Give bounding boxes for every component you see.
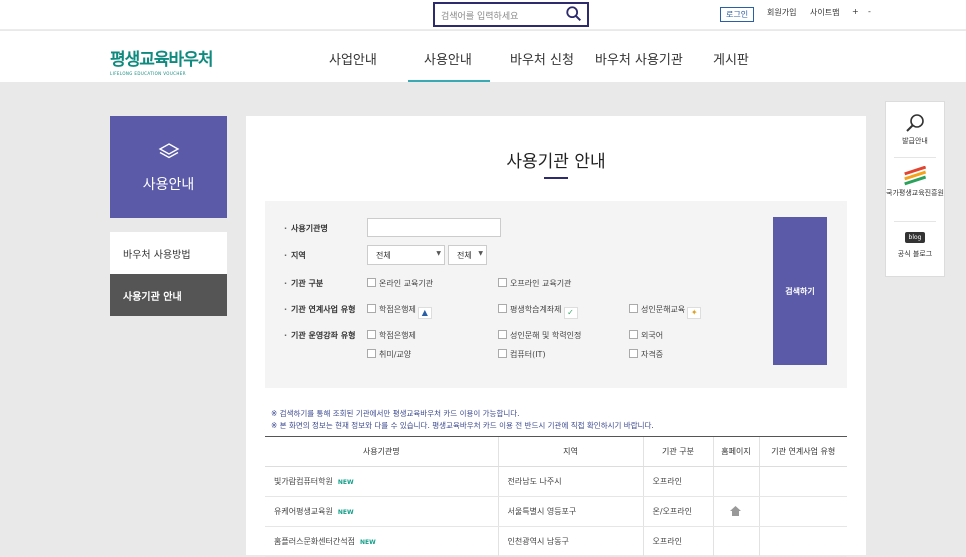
graduation-cap-icon: ▲ — [417, 307, 432, 319]
title-underline — [544, 177, 568, 179]
checkbox-offline[interactable]: 오프라인 교육기관 — [498, 278, 571, 289]
nav-apply[interactable]: 바우처 신청 — [510, 49, 574, 68]
nav-business[interactable]: 사업안내 — [329, 49, 377, 68]
notice-line-2: ※ 본 화면의 정보는 현재 정보와 다를 수 있습니다. 평생교육바우처 카드… — [271, 420, 654, 430]
nav-institutions[interactable]: 바우처 사용기관 — [595, 49, 683, 68]
notice-line-1: ※ 검색하기를 통해 조회된 기관에서만 평생교육바우처 카드 이용이 가능합니… — [271, 409, 520, 418]
search-submit-button[interactable]: 검색하기 — [773, 217, 827, 365]
nile-logo-icon — [904, 165, 927, 186]
new-badge: NEW — [337, 509, 354, 516]
new-badge: NEW — [337, 479, 354, 486]
quick-menu: 발급안내 국가평생교육진흥원 blog 공식 블로그 — [885, 101, 945, 277]
label-region: · 지역 — [284, 251, 306, 260]
search-box — [433, 2, 589, 28]
nav-usage[interactable]: 사용안내 — [424, 49, 472, 68]
region-select-2[interactable]: 전체 ▼ — [448, 245, 487, 265]
checkbox-course-hobby[interactable]: 취미/교양 — [367, 349, 411, 360]
learning-account-icon: ✓ — [563, 307, 578, 319]
font-decrease-button[interactable]: - — [868, 7, 871, 16]
checkbox-online[interactable]: 온라인 교육기관 — [367, 278, 433, 289]
page-title: 사용기관 안내 — [506, 152, 606, 172]
label-course: · 기관 운영강좌 유형 — [284, 331, 356, 340]
checkbox-course-certificate[interactable]: 자격증 — [629, 349, 663, 360]
cell-region: 서울특별시 영등포구 — [497, 496, 643, 527]
nav-active-indicator — [408, 80, 490, 82]
join-link[interactable]: 회원가입 — [767, 7, 796, 18]
checkbox-course-language[interactable]: 외국어 — [629, 330, 663, 341]
font-increase-button[interactable]: + — [852, 7, 859, 16]
quick-divider — [894, 157, 936, 158]
checkbox-course-credit-bank[interactable]: 학점은행제 — [367, 330, 416, 341]
cell-homepage[interactable] — [712, 496, 759, 527]
nav-board[interactable]: 게시판 — [713, 49, 749, 68]
col-name: 사용기관명 — [265, 436, 498, 467]
home-icon[interactable] — [730, 505, 741, 516]
region-select-1[interactable]: 전체 ▼ — [367, 245, 445, 265]
cell-homepage — [712, 466, 759, 497]
col-type: 기관 구분 — [642, 436, 713, 467]
sidebar-title: 사용안내 — [142, 177, 195, 193]
cell-type: 온/오프라인 — [642, 496, 713, 527]
login-button[interactable]: 로그인 — [720, 7, 755, 22]
logo-subtext: LIFELONG EDUCATION VOUCHER — [110, 71, 186, 76]
quick-divider — [894, 221, 936, 222]
blog-icon: blog — [904, 232, 926, 243]
quick-issuance-guide[interactable]: 발급안내 — [886, 112, 944, 146]
content-panel: 사용기관 안내 · 사용기관명 · 지역 전체 ▼ 전체 ▼ · 기관 구분 온라인 교육… — [246, 116, 866, 557]
notice-text: ※ 검색하기를 통해 조회된 기관에서만 평생교육바우처 카드 이용이 가능합니… — [271, 408, 654, 431]
cell-linked — [758, 496, 847, 527]
label-name: · 사용기관명 — [284, 224, 328, 233]
quick-nile[interactable]: 국가평생교육진흥원 — [886, 165, 944, 198]
cell-region: 인천광역시 남동구 — [497, 526, 643, 557]
cell-homepage — [712, 526, 759, 557]
checkbox-course-literacy[interactable]: 성인문해 및 학력인정 — [498, 330, 581, 341]
table-row[interactable]: 홈플러스문화센터간석점 NEW 인천광역시 남동구 오프라인 — [265, 526, 847, 557]
sidebar-header: 사용안내 — [110, 116, 227, 218]
checkbox-course-computer[interactable]: 컴퓨터(IT) — [498, 349, 546, 360]
layers-icon — [158, 143, 179, 159]
cell-name[interactable]: 빛가람컴퓨터학원 NEW — [265, 466, 498, 497]
checkbox-adult-literacy[interactable]: 성인문해교육 ✦ — [629, 304, 702, 319]
col-region: 지역 — [497, 436, 643, 467]
checkbox-learning-account[interactable]: 평생학습계좌제 ✓ — [498, 304, 578, 319]
label-linked: · 기관 연계사업 유형 — [284, 305, 356, 314]
sitemap-link[interactable]: 사이트맵 — [810, 7, 839, 18]
col-homepage: 홈페이지 — [712, 436, 759, 467]
label-type: · 기관 구분 — [284, 279, 324, 288]
table-header-row: 사용기관명 지역 기관 구분 홈페이지 기관 연계사업 유형 — [265, 436, 847, 467]
cell-linked — [758, 526, 847, 557]
cell-type: 오프라인 — [642, 466, 713, 497]
table-row[interactable]: 유케어평생교육원 NEW 서울특별시 영등포구 온/오프라인 — [265, 496, 847, 527]
logo-text: 평생교육바우처 — [110, 50, 213, 70]
search-input[interactable] — [435, 6, 555, 28]
main-header: 평생교육바우처 LIFELONG EDUCATION VOUCHER 사업안내 … — [0, 31, 966, 82]
sidebar-item-voucher-usage[interactable]: 바우처 사용방법 — [110, 232, 227, 274]
sidebar-item-institution-guide[interactable]: 사용기관 안내 — [110, 274, 227, 316]
site-logo[interactable]: 평생교육바우처 LIFELONG EDUCATION VOUCHER — [110, 45, 213, 76]
new-badge: NEW — [359, 539, 376, 546]
cell-name[interactable]: 홈플러스문화센터간석점 NEW — [265, 526, 498, 557]
institution-table: 사용기관명 지역 기관 구분 홈페이지 기관 연계사업 유형 빛가람컴퓨터학원 N… — [265, 436, 847, 557]
magnifier-icon — [906, 114, 924, 132]
col-linked: 기관 연계사업 유형 — [758, 436, 847, 467]
cell-linked — [758, 466, 847, 497]
institution-name-input[interactable] — [367, 218, 501, 237]
top-utility-bar: 로그인 회원가입 사이트맵 + - — [0, 0, 966, 30]
quick-blog[interactable]: blog 공식 블로그 — [886, 232, 944, 259]
cell-region: 전라남도 나주시 — [497, 466, 643, 497]
table-row[interactable]: 빛가람컴퓨터학원 NEW 전라남도 나주시 오프라인 — [265, 466, 847, 497]
cell-type: 오프라인 — [642, 526, 713, 557]
search-form: · 사용기관명 · 지역 전체 ▼ 전체 ▼ · 기관 구분 온라인 교육기관 오프라인 … — [265, 201, 847, 388]
literacy-icon: ✦ — [687, 307, 702, 319]
checkbox-credit-bank[interactable]: 학점은행제 ▲ — [367, 304, 432, 319]
cell-name[interactable]: 유케어평생교육원 NEW — [265, 496, 498, 527]
search-icon[interactable] — [565, 5, 583, 23]
